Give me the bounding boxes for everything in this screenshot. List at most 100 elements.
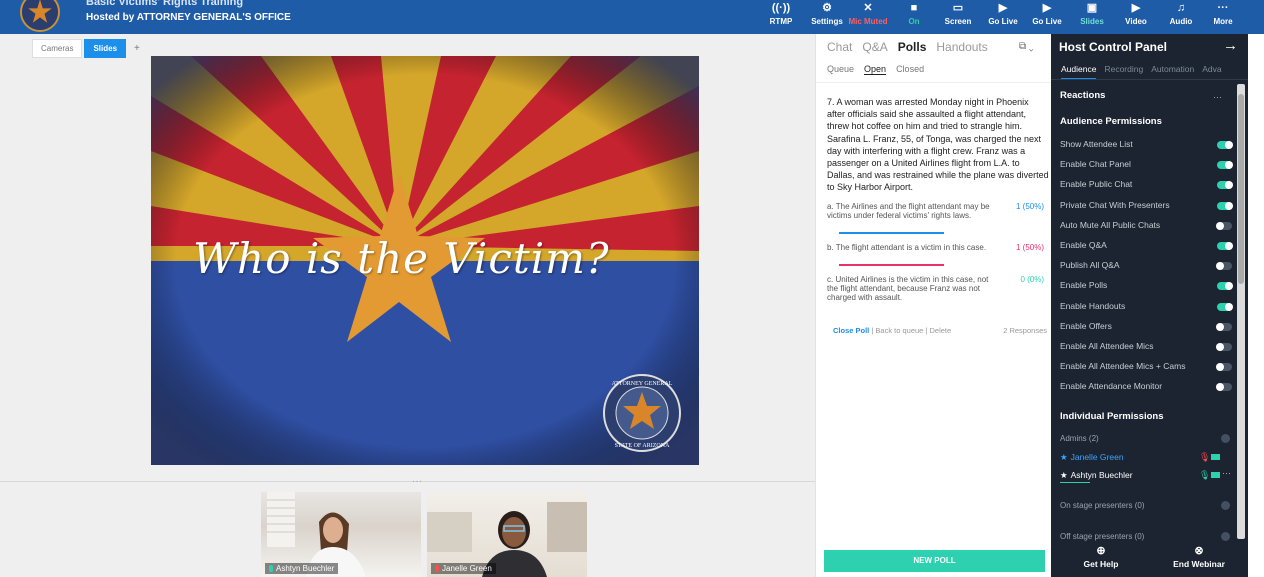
tab-advanced[interactable]: Adva — [1202, 64, 1221, 80]
tab-polls[interactable]: Polls — [898, 40, 927, 54]
popout-icon[interactable]: ⧉ ⌄ — [1019, 41, 1034, 52]
toolbar-button[interactable]: ■ On — [894, 0, 934, 34]
help-icon[interactable] — [1221, 532, 1230, 541]
permission-toggle[interactable] — [1216, 262, 1232, 271]
tab-recording[interactable]: Recording — [1104, 64, 1143, 80]
scrollbar-thumb[interactable] — [1238, 94, 1244, 284]
star-icon: ★ — [1060, 470, 1068, 480]
option-result: 1 (50%) — [1015, 243, 1044, 252]
permission-label: Enable All Attendee Mics — [1060, 341, 1154, 351]
admin-row[interactable]: ★ Ashtyn Buechler — [1060, 470, 1133, 481]
seal-top-text: ATTORNEY GENERAL — [612, 381, 673, 387]
permission-toggle[interactable] — [1216, 383, 1232, 392]
more-icon[interactable]: ··· — [1222, 468, 1231, 478]
toolbar-button[interactable]: ♫ Audio — [1161, 0, 1201, 34]
toolbar-button-label: More — [1213, 17, 1233, 26]
more-icon: ··· — [1217, 2, 1229, 14]
mic-muted-icon[interactable]: 🎙 — [1199, 452, 1210, 463]
mic-icon[interactable]: 🎙 — [1199, 470, 1210, 481]
toolbar-button[interactable]: ✕ Mic Muted — [848, 0, 888, 34]
toolbar-button[interactable]: ··· More — [1203, 0, 1243, 34]
permission-row: Enable Q&A — [1060, 240, 1233, 254]
permission-toggle[interactable] — [1216, 221, 1232, 230]
slides-icon: ▣ — [1086, 2, 1098, 14]
permission-toggle[interactable] — [1217, 141, 1233, 149]
individual-permissions-heading: Individual Permissions — [1060, 411, 1164, 422]
off-stage-label[interactable]: Off stage presenters (0) — [1060, 532, 1144, 541]
permission-toggle[interactable] — [1216, 322, 1232, 331]
toolbar-button[interactable]: ▶ Go Live — [1027, 0, 1067, 34]
tab-qa[interactable]: Q&A — [862, 40, 887, 54]
permission-row: Enable Attendance Monitor — [1060, 381, 1232, 395]
toolbar-button[interactable]: ▣ Slides — [1072, 0, 1112, 34]
option-result: 1 (50%) — [1015, 202, 1044, 211]
tab-audience[interactable]: Audience — [1061, 64, 1097, 80]
host-control-panel: Host Control Panel → Audience Recording … — [1051, 34, 1248, 577]
close-poll-link[interactable]: Close Poll — [833, 326, 869, 335]
camera-icon[interactable] — [1211, 472, 1220, 478]
more-icon[interactable]: ··· — [1213, 92, 1222, 102]
on-stage-label[interactable]: On stage presenters (0) — [1060, 501, 1144, 510]
add-tab-button[interactable]: + — [134, 43, 140, 54]
permission-row: Enable Public Chat — [1060, 179, 1233, 193]
permission-row: Enable Offers — [1060, 321, 1232, 335]
permission-toggle[interactable] — [1217, 242, 1233, 250]
tab-handouts[interactable]: Handouts — [936, 40, 987, 54]
toolbar-button[interactable]: ▶ Go Live — [983, 0, 1023, 34]
toolbar-button[interactable]: ▭ Screen — [938, 0, 978, 34]
close-icon: ⊗ — [1194, 545, 1204, 557]
toolbar-button-label: RTMP — [769, 17, 793, 26]
resize-handle[interactable]: ··· — [412, 476, 422, 487]
seal-bottom-text: STATE OF ARIZONA — [615, 443, 671, 449]
admin-row[interactable]: ★ Janelle Green — [1060, 452, 1124, 463]
tab-automation[interactable]: Automation — [1151, 64, 1194, 80]
help-icon[interactable] — [1221, 434, 1230, 443]
tab-slides[interactable]: Slides — [84, 39, 127, 58]
subtab-divider — [816, 82, 1052, 83]
permission-toggle[interactable] — [1217, 161, 1233, 170]
toolbar-button[interactable]: ▶ Video — [1116, 0, 1156, 34]
permission-toggle[interactable] — [1216, 343, 1232, 351]
admins-label[interactable]: Admins (2) — [1060, 434, 1099, 443]
option-text: a. The Airlines and the flight attendant… — [827, 202, 990, 220]
subtab-queue[interactable]: Queue — [827, 64, 854, 75]
permission-toggle[interactable] — [1217, 302, 1233, 311]
subtab-open[interactable]: Open — [864, 64, 887, 75]
permission-label: Enable Public Chat — [1060, 179, 1133, 190]
toolbar-button[interactable]: ((·)) RTMP — [761, 0, 801, 34]
scrollbar[interactable] — [1237, 84, 1245, 539]
permission-label: Enable Handouts — [1060, 300, 1126, 311]
permission-label: Auto Mute All Public Chats — [1060, 219, 1161, 230]
permission-label: Enable Attendance Monitor — [1060, 381, 1163, 392]
permission-toggle[interactable] — [1217, 282, 1233, 291]
permission-toggle[interactable] — [1216, 363, 1232, 372]
arrow-right-icon[interactable]: → — [1223, 37, 1238, 54]
video-tile-ashtyn[interactable]: Ashtyn Buechler — [261, 492, 421, 577]
video-tile-janelle[interactable]: Janelle Green — [427, 492, 587, 577]
toolbar-button-label: Screen — [944, 17, 972, 26]
get-help-button[interactable]: ⊕ Get Help — [1061, 544, 1141, 569]
permission-row: Auto Mute All Public Chats — [1060, 220, 1232, 234]
permission-row: Enable Chat Panel — [1060, 159, 1233, 173]
option-text: b. The flight attendant is a victim in t… — [827, 243, 987, 252]
delete-poll-link[interactable]: Delete — [930, 326, 952, 335]
permission-toggle[interactable] — [1217, 201, 1233, 210]
permission-toggle[interactable] — [1217, 181, 1233, 190]
tab-cameras[interactable]: Cameras — [32, 39, 83, 58]
view-tabs: Cameras Slides + — [32, 39, 140, 58]
webinar-app: Basic Victims' Rights Training Hosted by… — [0, 0, 1264, 577]
toolbar-button-label: On — [908, 17, 920, 26]
help-icon[interactable] — [1221, 501, 1230, 510]
new-poll-button[interactable]: NEW POLL — [824, 550, 1045, 572]
state-seal: ATTORNEY GENERAL STATE OF ARIZONA — [603, 374, 681, 452]
toolbar-button[interactable]: ⚙ Settings — [807, 0, 847, 34]
reactions-heading[interactable]: Reactions — [1060, 90, 1105, 101]
tab-chat[interactable]: Chat — [827, 40, 852, 54]
subtab-closed[interactable]: Closed — [896, 64, 924, 75]
end-webinar-button[interactable]: ⊗ End Webinar — [1159, 544, 1239, 569]
permission-label: Publish All Q&A — [1060, 260, 1120, 271]
stage-area: Cameras Slides + Who is the Victim? ATTO… — [0, 34, 815, 577]
camera-icon[interactable] — [1211, 454, 1220, 460]
back-to-queue-link[interactable]: Back to queue — [875, 326, 923, 335]
mic-muted-icon: ✕ — [863, 2, 873, 14]
